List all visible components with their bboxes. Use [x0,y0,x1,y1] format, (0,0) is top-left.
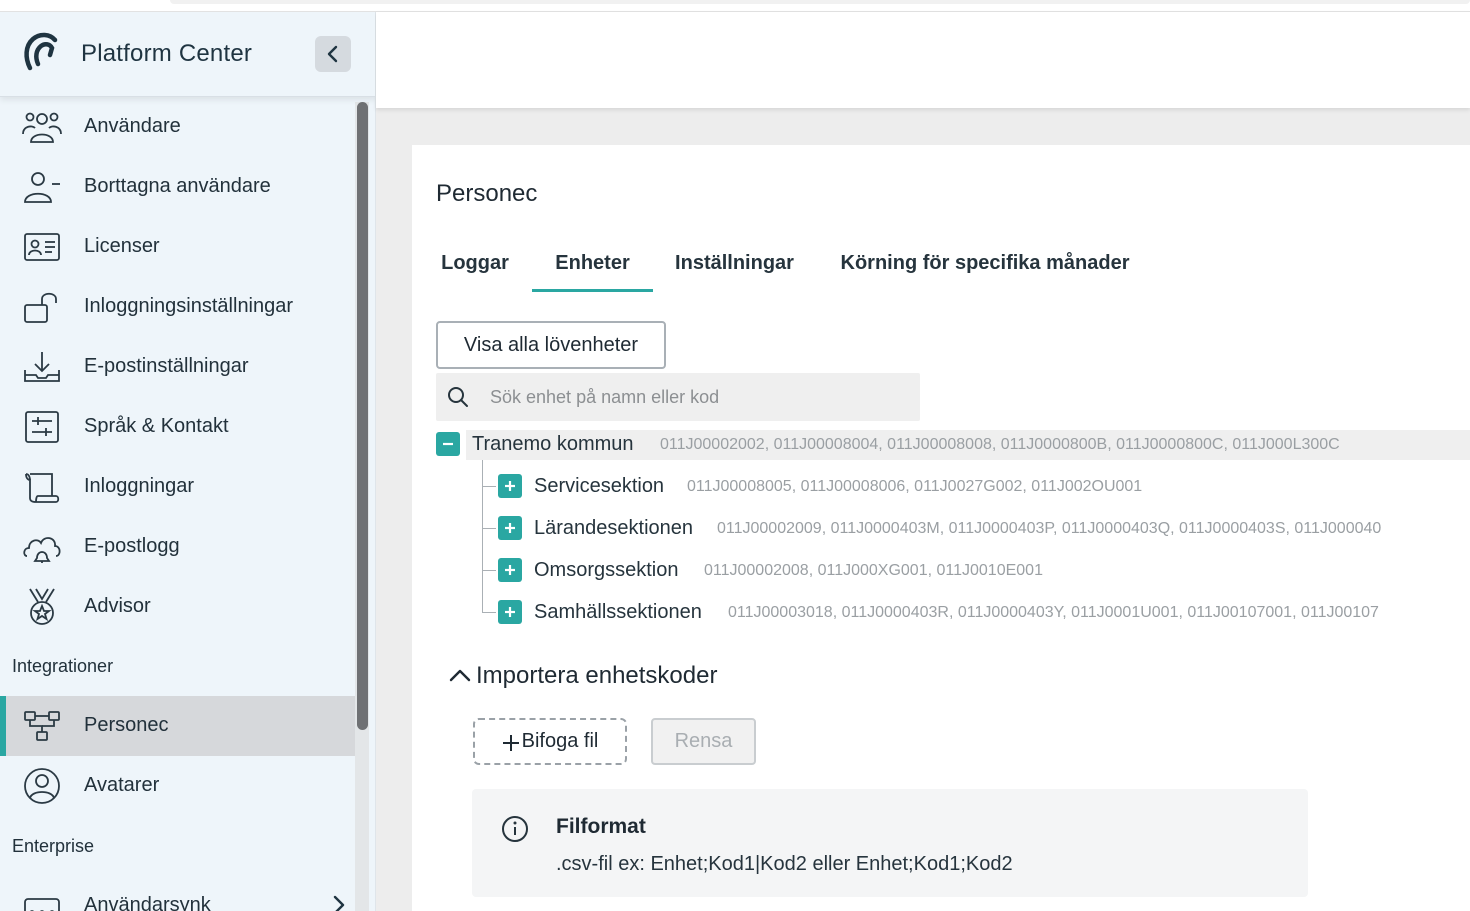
chevron-right-icon [333,895,345,911]
sidebar-item-deleted-users[interactable]: Borttagna användare [0,157,360,217]
file-format-info: Filformat .csv-fil ex: Enhet;Kod1|Kod2 e… [472,789,1308,897]
brand-header: Platform Center [0,12,375,97]
user-circle-icon [22,768,62,804]
tree-node-name[interactable]: Omsorgssektion [534,559,679,582]
sidebar-item-label: Personec [84,714,169,736]
tab-units[interactable]: Enheter [532,248,653,292]
info-icon [502,816,528,842]
attach-file-button[interactable]: Bifoga fil [473,718,627,765]
sidebar-item-label: Inloggningar [84,475,195,497]
page-title: Personec [436,180,538,207]
attach-file-label: Bifoga fil [521,730,599,752]
sidebar-item-login-settings[interactable]: Inloggningsinställningar [0,277,360,337]
user-minus-icon [22,169,62,205]
tree-connector [482,570,496,571]
sidebar: Platform Center Användare Borttagna anvä… [0,12,376,911]
sidebar-item-label: E-postinställningar [84,355,249,377]
sidebar-item-label: Borttagna användare [84,175,271,197]
sidebar-item-avatars[interactable]: Avatarer [0,756,360,816]
sidebar-item-users[interactable]: Användare [0,97,360,157]
sidebar-item-label: Advisor [84,595,151,617]
chevron-up-icon [449,669,471,682]
section-title-integrations: Integrationer [12,656,114,676]
tree-node-name[interactable]: Lärandesektionen [534,517,693,540]
info-title: Filformat [556,815,646,838]
platform-logo-icon [24,32,58,71]
tab-logs[interactable]: Loggar [436,248,514,292]
section-title-enterprise: Enterprise [12,836,95,856]
network-icon [22,708,62,744]
search-icon [448,387,468,407]
browser-top-strip [0,0,1470,12]
medal-icon [22,588,62,625]
id-card-icon [22,229,62,265]
import-section-title: Importera enhetskoder [476,662,718,689]
tab-label: Enheter [555,252,630,274]
sidebar-item-label: Språk & Kontakt [84,415,229,437]
expand-node-button[interactable] [498,474,522,498]
tab-specific-months[interactable]: Körning för specifika månader [840,248,1130,292]
tree-node-codes: 011J00002002, 011J00008004, 011J00008008… [660,436,1340,453]
unlock-icon [22,289,62,325]
info-text: .csv-fil ex: Enhet;Kod1|Kod2 eller Enhet… [556,853,1013,875]
expand-node-button[interactable] [498,516,522,540]
tree-node-name[interactable]: Servicesektion [534,475,664,498]
tree-connector [482,460,483,612]
plus-icon [505,481,515,491]
tree-connector [482,612,496,613]
sidebar-item-email-settings[interactable]: E-postinställningar [0,337,360,397]
tree-node-codes: 011J00008005, 011J00008006, 011J0027G002… [687,478,1143,495]
sidebar-item-advisor[interactable]: Advisor [0,577,360,637]
chevron-left-icon [327,45,338,63]
sync-icon [22,888,62,911]
sidebar-item-label: Inloggningsinställningar [84,295,294,317]
sidebar-item-label: E-postlogg [84,535,180,557]
sidebar-scrollbar-thumb[interactable] [357,102,368,730]
plus-icon [505,607,515,617]
plus-icon [505,523,515,533]
sidebar-item-user-sync[interactable]: Användarsynk [0,876,360,911]
sliders-icon [22,409,62,445]
sidebar-item-personec[interactable]: Personec [0,696,360,756]
import-section-toggle[interactable]: Importera enhetskoder [448,662,717,690]
tree-connector [482,528,496,529]
sidebar-item-label: Licenser [84,235,160,257]
plus-icon [502,734,519,751]
collapse-sidebar-button[interactable] [315,36,351,72]
tree-node-codes: 011J00003018, 011J0000403R, 011J0000403Y… [728,604,1379,621]
collapse-node-button[interactable] [436,432,460,456]
scroll-icon [22,469,62,505]
tree-node-name[interactable]: Tranemo kommun [472,433,634,456]
sidebar-item-label: Användare [84,115,181,137]
users-icon [22,109,62,145]
plus-icon [505,565,515,575]
minus-icon [443,442,453,446]
clear-button[interactable]: Rensa [651,718,756,765]
tree-node-codes: 011J00002008, 011J000XG001, 011J0010E001 [704,562,1043,579]
search-input[interactable] [490,383,900,411]
expand-node-button[interactable] [498,600,522,624]
tree-node-name[interactable]: Samhällssektionen [534,601,702,624]
tab-label: Inställningar [675,252,794,274]
show-all-leaf-units-button[interactable]: Visa alla lövenheter [436,321,666,369]
sidebar-item-label: Användarsynk [84,894,211,911]
tree-node-codes: 011J00002009, 011J0000403M, 011J0000403P… [717,520,1382,537]
unit-search [436,373,920,421]
sidebar-item-logins[interactable]: Inloggningar [0,457,360,517]
sidebar-item-label: Avatarer [84,774,160,796]
sidebar-item-language-contact[interactable]: Språk & Kontakt [0,397,360,457]
browser-bar [170,0,1470,4]
tab-settings[interactable]: Inställningar [672,248,797,292]
expand-node-button[interactable] [498,558,522,582]
cloud-bell-icon [22,529,62,565]
top-header [376,12,1470,108]
sidebar-item-email-log[interactable]: E-postlogg [0,517,360,577]
tab-label: Körning för specifika månader [840,252,1130,274]
sidebar-item-licenses[interactable]: Licenser [0,217,360,277]
tab-label: Loggar [441,252,509,274]
app-title: Platform Center [81,40,253,67]
tree-connector [482,486,496,487]
download-tray-icon [22,349,62,385]
